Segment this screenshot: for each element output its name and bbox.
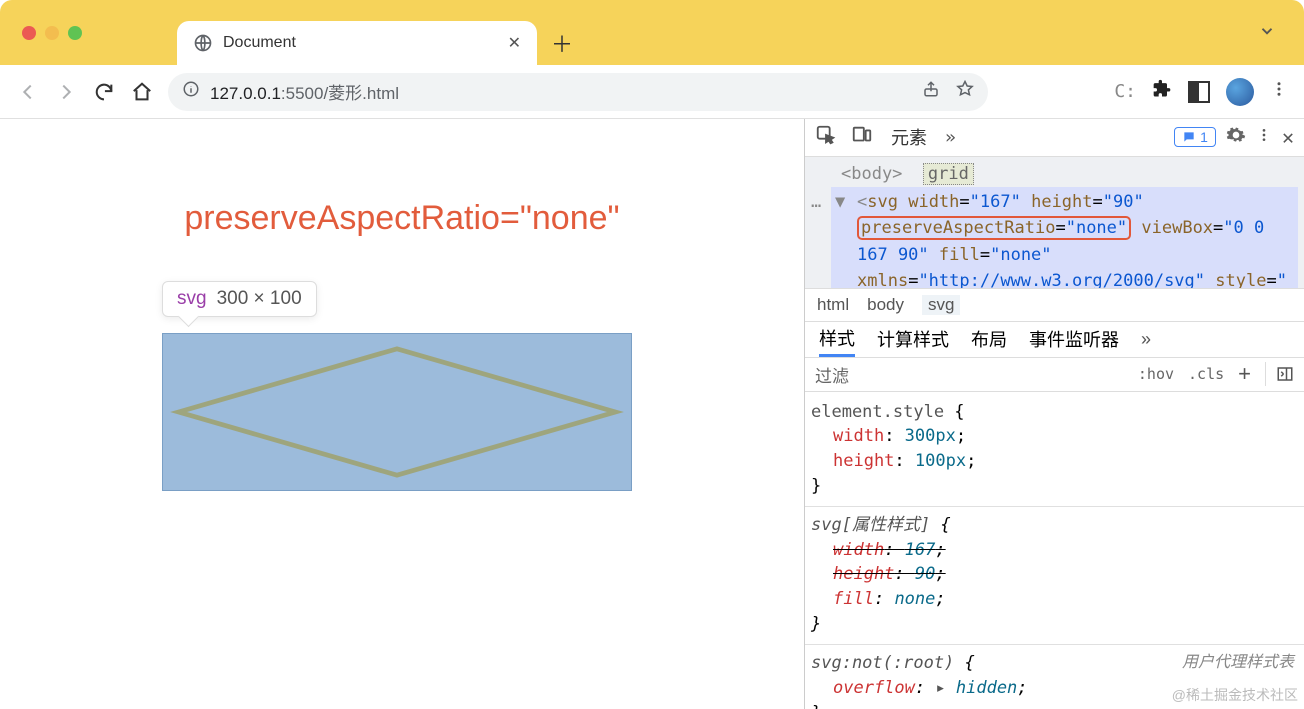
tab-elements[interactable]: 元素	[887, 124, 931, 150]
new-rule-button[interactable]: +	[1238, 361, 1251, 387]
extensions-icon[interactable]	[1152, 79, 1172, 104]
site-info-icon[interactable]	[182, 80, 200, 103]
globe-icon	[193, 33, 213, 53]
subtab-styles[interactable]: 样式	[819, 322, 855, 357]
tabs-more-icon[interactable]: »	[945, 127, 956, 148]
back-button[interactable]	[16, 80, 40, 104]
subtab-computed[interactable]: 计算样式	[877, 326, 949, 352]
element-inspect-tooltip: svg 300 × 100	[162, 281, 317, 317]
home-button[interactable]	[130, 80, 154, 104]
page-headline: preserveAspectRatio="none"	[0, 199, 804, 238]
minimize-window-button[interactable]	[45, 26, 59, 40]
hov-toggle[interactable]: :hov	[1138, 365, 1174, 383]
main-split: preserveAspectRatio="none" svg 300 × 100…	[0, 119, 1304, 709]
settings-gear-icon[interactable]	[1226, 125, 1246, 149]
side-panel-icon[interactable]	[1188, 81, 1210, 103]
tooltip-tagname: svg	[177, 288, 207, 310]
tabs-overflow-button[interactable]	[1258, 22, 1276, 45]
issues-badge[interactable]: 1	[1174, 127, 1216, 147]
devtools-menu-icon[interactable]	[1256, 127, 1272, 147]
devtools-panel: 元素 » 1 ✕ <body> grid … ▼ <svg width="167…	[804, 119, 1304, 709]
crumb-body[interactable]: body	[867, 295, 904, 315]
share-icon[interactable]	[922, 80, 940, 103]
styles-rules[interactable]: element.style { width: 300px; height: 10…	[805, 392, 1304, 709]
address-bar[interactable]: 127.0.0.1:5500/菱形.html	[168, 73, 988, 111]
inspected-svg-element[interactable]	[162, 333, 632, 491]
computed-panel-toggle-icon[interactable]	[1265, 362, 1294, 386]
dom-breadcrumb[interactable]: html body svg	[805, 289, 1304, 322]
inspect-element-icon[interactable]	[815, 124, 837, 150]
page-viewport: preserveAspectRatio="none" svg 300 × 100	[0, 119, 804, 709]
reload-button[interactable]	[92, 80, 116, 104]
rule-element-style: element.style { width: 300px; height: 10…	[811, 400, 1294, 499]
rhombus-svg	[163, 333, 631, 491]
browser-tab[interactable]: Document ✕	[177, 21, 537, 65]
dom-tree[interactable]: <body> grid … ▼ <svg width="167" height=…	[805, 157, 1304, 289]
url-text: 127.0.0.1:5500/菱形.html	[210, 79, 399, 104]
close-window-button[interactable]	[22, 26, 36, 40]
close-tab-button[interactable]: ✕	[504, 33, 525, 53]
close-devtools-button[interactable]: ✕	[1282, 125, 1294, 149]
devtools-top-toolbar: 元素 » 1 ✕	[805, 119, 1304, 157]
devtools-subtabs: 样式 计算样式 布局 事件监听器 »	[805, 322, 1304, 358]
rule-svg-attr: svg[属性样式] { width: 167; height: 90; fill…	[811, 513, 1294, 636]
extension-c-icon[interactable]: C:	[1114, 81, 1136, 102]
subtabs-more-icon[interactable]: »	[1141, 329, 1151, 350]
window-controls	[22, 26, 82, 40]
subtab-layout[interactable]: 布局	[971, 326, 1007, 352]
browser-menu-icon[interactable]	[1270, 80, 1288, 103]
subtab-listeners[interactable]: 事件监听器	[1029, 326, 1119, 352]
crumb-svg[interactable]: svg	[922, 295, 960, 315]
tooltip-dimensions: 300 × 100	[217, 288, 302, 310]
browser-toolbar: 127.0.0.1:5500/菱形.html C:	[0, 65, 1304, 119]
maximize-window-button[interactable]	[68, 26, 82, 40]
forward-button[interactable]	[54, 80, 78, 104]
device-toolbar-icon[interactable]	[851, 124, 873, 150]
styles-filter-bar: 过滤 :hov .cls +	[805, 358, 1304, 392]
toolbar-right: C:	[1114, 78, 1288, 106]
profile-avatar[interactable]	[1226, 78, 1254, 106]
new-tab-button[interactable]: ＋	[551, 27, 573, 59]
styles-filter-input[interactable]: 过滤	[815, 362, 1124, 387]
bookmark-star-icon[interactable]	[956, 80, 974, 103]
cls-toggle[interactable]: .cls	[1188, 365, 1224, 383]
crumb-html[interactable]: html	[817, 295, 849, 315]
watermark: @稀土掘金技术社区	[1172, 685, 1298, 705]
window-titlebar: Document ✕ ＋	[0, 0, 1304, 65]
tab-title: Document	[223, 34, 494, 52]
